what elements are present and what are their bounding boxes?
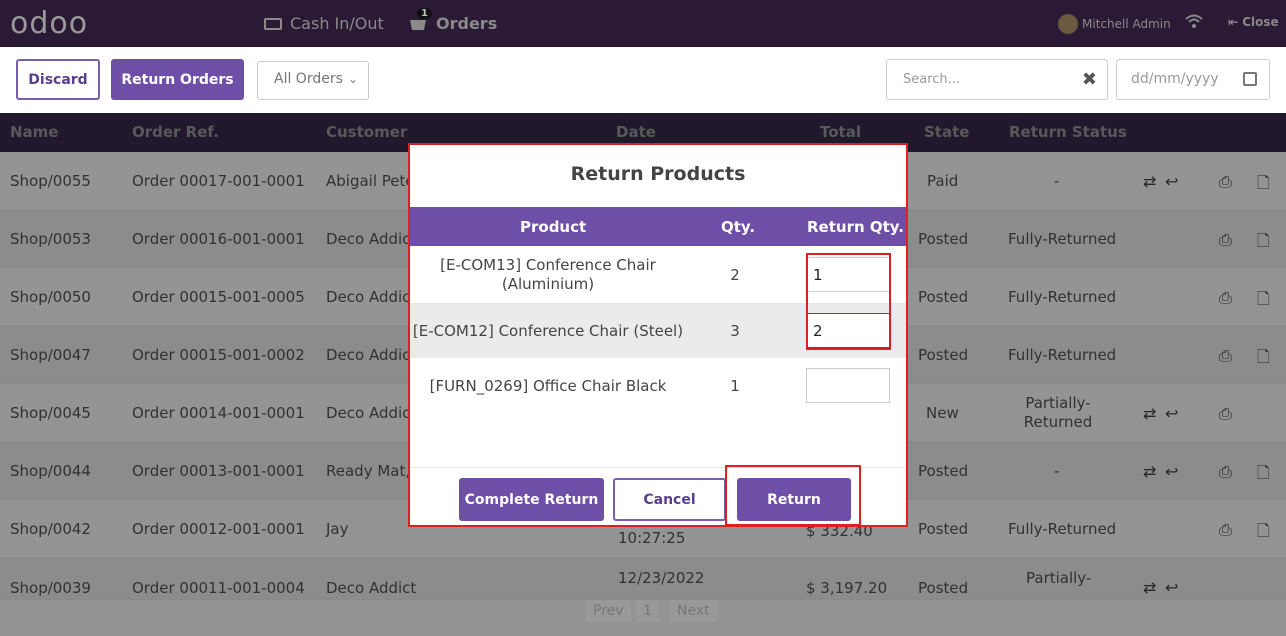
calendar-icon[interactable] — [1243, 72, 1257, 86]
product-name: [FURN_0269] Office Chair Black — [429, 377, 667, 395]
column-header-product: Product — [520, 218, 587, 236]
clear-search-icon[interactable]: ✖ — [1082, 69, 1097, 90]
column-header-qty: Qty. — [721, 218, 756, 236]
next-page-button[interactable]: Next — [670, 600, 717, 622]
prev-page-button[interactable]: Prev — [586, 600, 631, 622]
product-name: [E-COM13] Conference Chair (Aluminium) — [440, 256, 656, 293]
avatar — [1058, 14, 1078, 34]
cash-in-out-label: Cash In/Out — [290, 14, 384, 33]
search-placeholder: Search... — [903, 72, 961, 87]
date-input[interactable]: dd/mm/yyyy — [1116, 59, 1270, 100]
search-input[interactable]: Search... ✖ — [886, 59, 1108, 100]
user-menu[interactable]: Mitchell Admin — [1058, 14, 1171, 34]
product-name: [E-COM12] Conference Chair (Steel) — [412, 322, 684, 340]
controls-bar: Discard Return Orders All Orders ⌄ Searc… — [0, 47, 1286, 113]
return-products-dialog: Return Products Product Qty. Return Qty.… — [408, 143, 908, 527]
close-button[interactable]: ⇤ Close — [1228, 15, 1279, 29]
cash-in-out-button[interactable]: Cash In/Out — [264, 14, 384, 33]
shopping-bag-icon: 1 — [408, 8, 432, 31]
order-filter-value: All Orders — [274, 71, 343, 87]
money-icon — [264, 18, 282, 30]
chevron-down-icon: ⌄ — [347, 72, 358, 86]
logout-icon: ⇤ — [1228, 15, 1239, 29]
product-qty: 1 — [730, 377, 740, 395]
odoo-logo: odoo — [10, 6, 89, 41]
product-qty: 3 — [730, 322, 740, 340]
highlight-box — [806, 253, 891, 350]
orders-button[interactable]: 1 Orders — [408, 8, 498, 33]
close-label: Close — [1242, 15, 1279, 29]
discard-button[interactable]: Discard — [16, 59, 100, 100]
top-bar: odoo Cash In/Out 1 Orders Mitchell Admin… — [0, 0, 1286, 47]
dialog-table-header: Product Qty. Return Qty. — [410, 207, 906, 246]
list-item: [FURN_0269] Office Chair Black 1 — [410, 358, 906, 414]
user-name: Mitchell Admin — [1082, 17, 1171, 31]
product-qty: 2 — [730, 266, 740, 284]
complete-return-button[interactable]: Complete Return — [459, 478, 604, 521]
orders-count-badge: 1 — [417, 8, 432, 19]
order-filter-select[interactable]: All Orders ⌄ — [257, 61, 369, 100]
highlight-box — [725, 465, 861, 526]
column-header-return-qty: Return Qty. — [807, 218, 904, 236]
return-qty-input[interactable] — [806, 368, 890, 403]
return-orders-button[interactable]: Return Orders — [111, 59, 244, 100]
cancel-button[interactable]: Cancel — [613, 478, 726, 521]
orders-label: Orders — [436, 14, 498, 33]
date-placeholder: dd/mm/yyyy — [1131, 71, 1219, 87]
page-number[interactable]: 1 — [636, 600, 659, 622]
dialog-title: Return Products — [570, 163, 746, 185]
wifi-icon — [1185, 13, 1203, 32]
